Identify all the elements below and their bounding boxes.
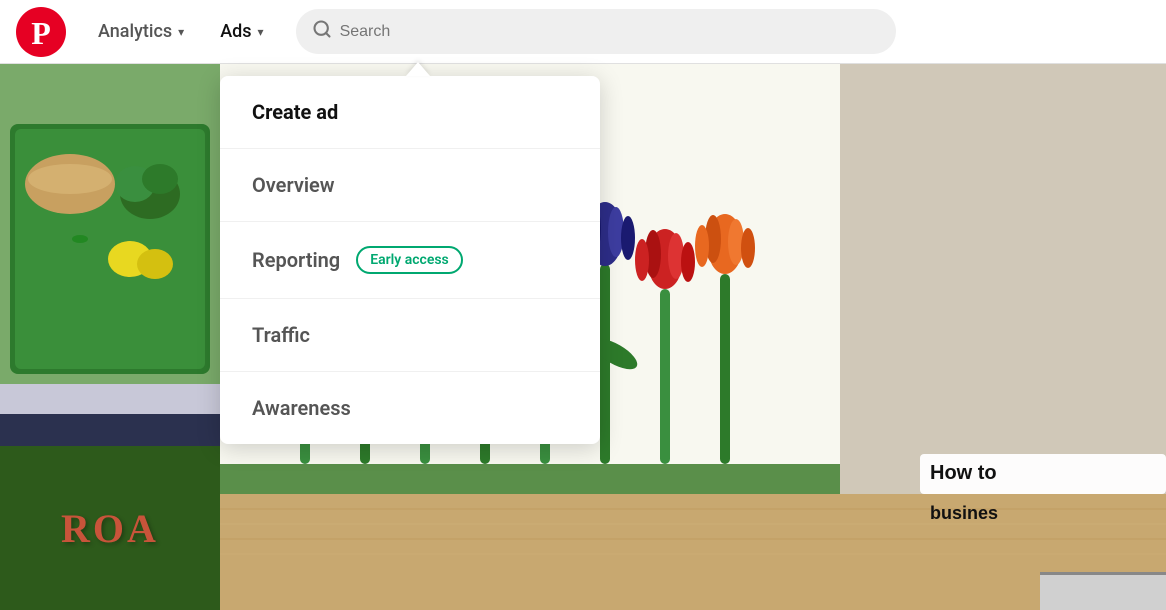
navbar: P Analytics ▾ Ads ▾ (0, 0, 1166, 64)
food-svg (0, 64, 220, 464)
reporting-label: Reporting (252, 248, 340, 272)
dropdown-item-traffic[interactable]: Traffic (220, 299, 600, 372)
pinterest-logo[interactable]: P (16, 7, 66, 57)
search-bar[interactable] (296, 9, 896, 54)
search-icon (312, 19, 332, 44)
early-access-badge: Early access (356, 246, 463, 274)
dropdown-arrow-indicator (406, 62, 430, 76)
analytics-nav-link[interactable]: Analytics ▾ (82, 13, 200, 50)
analytics-label: Analytics (98, 21, 172, 42)
logo-letter: P (31, 17, 51, 49)
ads-chevron-icon: ▾ (258, 25, 264, 39)
dropdown-item-awareness[interactable]: Awareness (220, 372, 600, 444)
svg-text:How to: How to (930, 462, 997, 484)
create-ad-label: Create ad (252, 100, 338, 124)
ads-dropdown-menu: Create ad Overview Reporting Early acces… (220, 76, 600, 444)
nav-links: Analytics ▾ Ads ▾ (82, 13, 280, 50)
traffic-label: Traffic (252, 323, 310, 347)
analytics-chevron-icon: ▾ (178, 25, 184, 39)
ads-nav-link[interactable]: Ads ▾ (204, 13, 279, 50)
dropdown-item-create-ad[interactable]: Create ad (220, 76, 600, 149)
dropdown-item-reporting[interactable]: Reporting Early access (220, 222, 600, 299)
dropdown-item-overview[interactable]: Overview (220, 149, 600, 222)
overview-label: Overview (252, 173, 335, 197)
awareness-label: Awareness (252, 396, 351, 420)
roa-text: ROA (61, 505, 159, 552)
food-container: ROA (0, 64, 220, 610)
ads-label: Ads (220, 21, 251, 42)
svg-text:busines: busines (930, 503, 998, 523)
food-image: ROA (0, 64, 220, 610)
search-input[interactable] (340, 23, 880, 41)
roa-text-container: ROA (0, 446, 220, 610)
